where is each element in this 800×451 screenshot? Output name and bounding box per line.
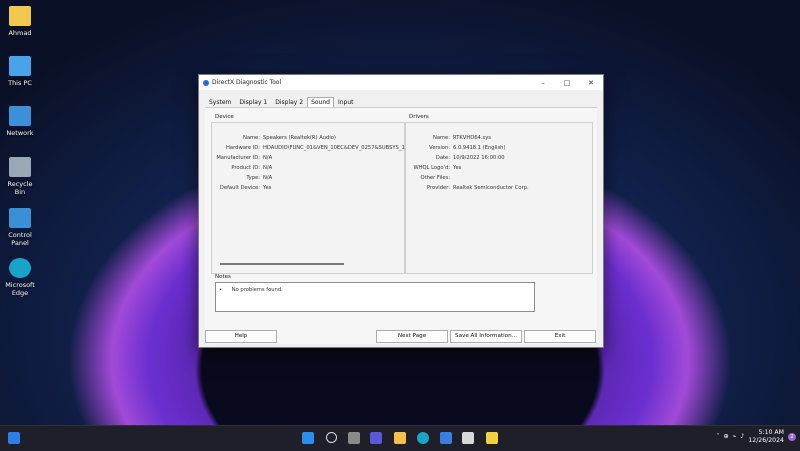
note-text: No problems found. — [231, 287, 283, 293]
field-value: Yes — [263, 185, 272, 191]
field-value: N/A — [263, 175, 273, 181]
dxdiag-taskbar-icon[interactable] — [462, 432, 474, 444]
field-label: Name: — [432, 135, 450, 141]
close-icon[interactable]: ✕ — [579, 79, 603, 87]
minimize-icon[interactable]: – — [531, 79, 555, 87]
task-view-icon[interactable] — [348, 432, 360, 444]
edge-icon[interactable] — [417, 432, 429, 444]
desktop-icon-label: Network — [6, 129, 34, 137]
chevron-up-icon[interactable]: ˄ — [716, 433, 719, 441]
note-item: • No problems found. — [219, 287, 283, 293]
field-label: Date: — [435, 155, 450, 161]
dxdiag-taskbar-icon-2[interactable] — [486, 432, 498, 444]
window-title: DirectX Diagnostic Tool — [212, 79, 282, 86]
widgets-icon[interactable] — [8, 432, 20, 444]
field-label: WHQL Logo'd: — [413, 165, 450, 171]
maximize-icon[interactable]: □ — [555, 79, 579, 87]
desktop-icon-label: Ahmad — [8, 29, 32, 37]
desktop-icon-control-panel[interactable]: Control Panel — [2, 208, 38, 247]
desktop-icon-recycle-bin[interactable]: Recycle Bin — [2, 157, 38, 196]
drivers-heading: Drivers — [409, 114, 429, 120]
drivers-group: Name: RTKVHD64.sys Version: 6.0.9418.1 (… — [405, 122, 593, 274]
desktop-icon-label: Recycle Bin — [7, 180, 33, 196]
desktop-icon-label: This PC — [8, 79, 32, 87]
dxdiag-app-icon — [203, 79, 209, 86]
bullet-icon: • — [219, 287, 223, 293]
exit-button[interactable]: Exit — [524, 330, 596, 343]
field-label: Manufacturer ID: — [216, 155, 260, 161]
desktop-icon-this-pc[interactable]: This PC — [2, 56, 38, 87]
field-label: Default Device: — [219, 185, 260, 191]
edge-icon — [9, 258, 31, 278]
field-value: 6.0.9418.1 (English) — [453, 145, 506, 151]
desktop-icon-label: Control Panel — [8, 231, 32, 247]
clock[interactable]: 5:10 AM 12/26/2024 — [748, 429, 784, 445]
field-value: Yes — [453, 165, 462, 171]
next-page-button[interactable]: Next Page — [376, 330, 448, 343]
desktop-icon-network[interactable]: Network — [2, 106, 38, 137]
volume-icon[interactable]: ♪ — [740, 433, 744, 441]
field-value: N/A — [263, 165, 273, 171]
field-value: Realtek Semiconductor Corp. — [453, 185, 529, 191]
dxdiag-window: DirectX Diagnostic Tool – □ ✕ System Dis… — [198, 74, 604, 348]
help-button[interactable]: Help — [205, 330, 277, 343]
field-label: Provider: — [426, 185, 450, 191]
clock-time: 5:10 AM — [758, 429, 784, 436]
file-explorer-icon[interactable] — [394, 432, 406, 444]
horizontal-scrollbar[interactable] — [220, 263, 344, 265]
globe-icon[interactable]: ⊕ — [723, 433, 728, 441]
field-value: RTKVHD64.sys — [453, 135, 491, 141]
chat-icon[interactable] — [370, 432, 382, 444]
field-value: Speakers (Realtek(R) Audio) — [263, 135, 336, 141]
field-value: N/A — [263, 155, 273, 161]
window-titlebar[interactable]: DirectX Diagnostic Tool – □ ✕ — [199, 75, 603, 90]
recycle-bin-icon — [9, 157, 31, 177]
field-label: Name: — [242, 135, 260, 141]
control-panel-icon — [9, 208, 31, 228]
desktop-icon-ahmad[interactable]: Ahmad — [2, 6, 38, 37]
field-value: 10/9/2022 16:00:00 — [453, 155, 505, 161]
system-tray: ˄ ⊕ ⌁ ♪ 5:10 AM 12/26/2024 2 — [716, 429, 796, 445]
start-icon[interactable] — [302, 432, 314, 444]
taskbar: ˄ ⊕ ⌁ ♪ 5:10 AM 12/26/2024 2 — [0, 425, 800, 451]
network-icon[interactable]: ⌁ — [733, 433, 737, 441]
device-group: Name: Speakers (Realtek(R) Audio) Hardwa… — [211, 122, 409, 274]
user-folder-icon — [9, 6, 31, 26]
field-label: Product ID: — [231, 165, 260, 171]
notification-badge[interactable]: 2 — [788, 433, 796, 441]
notes-heading: Notes — [215, 274, 231, 280]
device-heading: Device — [215, 114, 234, 120]
notes-box: • No problems found. — [215, 282, 535, 312]
save-all-information-button[interactable]: Save All Information... — [450, 330, 522, 343]
monitor-icon — [9, 56, 31, 76]
search-icon[interactable] — [326, 432, 337, 443]
sound-tab-page: Device Name: Speakers (Realtek(R) Audio)… — [205, 107, 597, 344]
clock-date: 12/26/2024 — [748, 437, 784, 444]
field-label: Other Files: — [420, 175, 450, 181]
desktop-icon-edge[interactable]: Microsoft Edge — [2, 258, 38, 297]
field-label: Version: — [429, 145, 450, 151]
store-icon[interactable] — [440, 432, 452, 444]
network-icon — [9, 106, 31, 126]
field-label: Type: — [246, 175, 260, 181]
desktop-icon-label: Microsoft Edge — [5, 281, 35, 297]
field-label: Hardware ID: — [226, 145, 260, 151]
field-value: HDAUDIO\FUNC_01&VEN_10EC&DEV_0257&SUBSYS… — [263, 145, 409, 151]
